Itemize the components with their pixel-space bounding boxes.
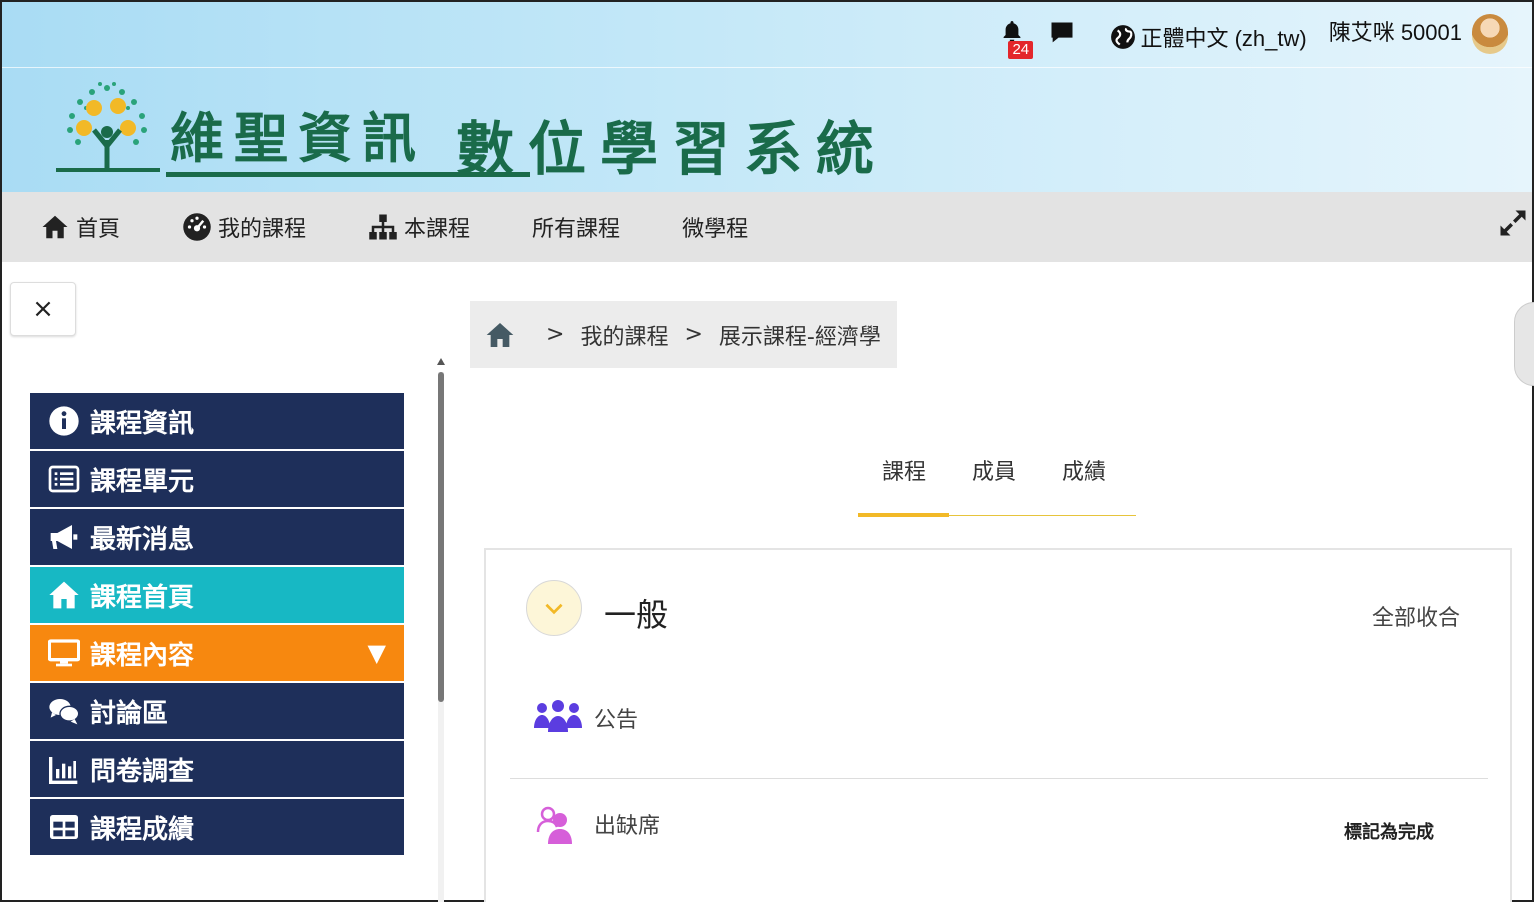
tab-course[interactable]: 課程 xyxy=(858,442,950,517)
breadcrumb-separator: > xyxy=(684,322,703,347)
breadcrumb-current-course[interactable]: 展示課程-經濟學 xyxy=(719,319,881,351)
chat-bubble-icon xyxy=(1051,22,1073,43)
tab-grades[interactable]: 成績 xyxy=(1039,442,1129,516)
activity-attendance[interactable]: 出缺席 xyxy=(532,804,660,844)
nav-all-courses[interactable]: 所有課程 xyxy=(532,192,620,262)
nav-home[interactable]: 首頁 xyxy=(40,192,120,262)
sidebar-item-label: 課程資訊 xyxy=(90,408,195,439)
notification-count-badge: 24 xyxy=(1008,41,1034,59)
brand-block: 維聖資訊 xyxy=(162,80,530,177)
sidebar-scrollbar[interactable] xyxy=(434,358,448,902)
messages-button[interactable] xyxy=(1048,19,1078,49)
sidebar-item-survey[interactable]: 問卷調查 xyxy=(30,741,404,799)
course-section-card: 一般 全部收合 公告 出缺席 標記為完成 xyxy=(484,548,1512,902)
bell-icon xyxy=(1004,21,1021,42)
site-logo[interactable]: 維聖資訊 數位學習系統 xyxy=(52,80,888,186)
bar-chart-icon xyxy=(49,757,78,784)
nav-micro-program[interactable]: 微學程 xyxy=(682,192,748,262)
activity-label: 出缺席 xyxy=(594,814,661,839)
sidebar-item-course-content[interactable]: 課程內容 ▼ xyxy=(30,625,404,683)
language-label: 正體中文 (zh_tw) xyxy=(1140,26,1307,51)
fullscreen-expand-icon[interactable] xyxy=(1498,208,1528,238)
scrollbar-thumb[interactable] xyxy=(438,372,444,702)
sidebar-item-news[interactable]: 最新消息 xyxy=(30,509,404,567)
course-tabs: 課程 成員 成績 xyxy=(858,442,1136,517)
breadcrumb: > 我的課程 > 展示課程-經濟學 xyxy=(470,301,897,368)
nav-my-courses-label: 我的課程 xyxy=(218,217,307,242)
info-icon xyxy=(49,406,79,436)
home-icon[interactable] xyxy=(484,319,516,351)
sidebar-item-course-info[interactable]: 課程資訊 xyxy=(30,393,404,451)
main-nav: 首頁 我的課程 本課程 所有課程 微學程 xyxy=(2,192,1532,262)
section-title: 一般 xyxy=(604,596,669,634)
tree-logo-icon xyxy=(56,82,160,172)
sidebar-item-label: 課程成績 xyxy=(90,814,195,845)
scroll-up-arrow-icon[interactable] xyxy=(437,358,445,365)
notification-bell[interactable]: 24 xyxy=(1000,19,1034,59)
site-header: 24 正體中文 (zh_tw) 陳艾咪 50001 維聖資訊 數位學習系統 xyxy=(2,2,1532,192)
attendance-icon xyxy=(536,806,572,844)
home-icon xyxy=(42,215,68,239)
language-selector[interactable]: 正體中文 (zh_tw) xyxy=(1110,21,1307,53)
activity-announcements[interactable]: 公告 xyxy=(532,698,638,738)
globe-icon xyxy=(1111,25,1136,49)
monitor-icon xyxy=(48,639,80,667)
group-icon xyxy=(534,700,582,732)
table-icon xyxy=(50,815,78,839)
avatar[interactable] xyxy=(1472,14,1508,54)
nav-this-course-label: 本課程 xyxy=(404,217,471,242)
sidebar-item-label: 課程首頁 xyxy=(90,582,195,613)
nav-all-courses-label: 所有課程 xyxy=(532,217,621,242)
top-icons: 24 正體中文 (zh_tw) 陳艾咪 50001 xyxy=(1000,12,1508,59)
section-toggle-button[interactable] xyxy=(526,580,582,636)
chevron-down-icon xyxy=(545,603,563,615)
dashboard-icon xyxy=(183,213,211,241)
nav-my-courses[interactable]: 我的課程 xyxy=(182,192,306,262)
tab-members[interactable]: 成員 xyxy=(949,442,1039,516)
user-name[interactable]: 陳艾咪 50001 xyxy=(1329,15,1462,47)
comments-icon xyxy=(49,699,80,725)
brand-name: 維聖資訊 xyxy=(170,106,426,170)
sidebar-item-label: 問卷調查 xyxy=(90,756,195,787)
sidebar-item-course-units[interactable]: 課程單元 xyxy=(30,451,404,509)
activity-label: 公告 xyxy=(594,708,639,733)
course-sidebar: 課程資訊 課程單元 最新消息 課程首頁 課程內容 ▼ 討論區 問卷調查 課程成績 xyxy=(30,393,404,857)
expand-caret-icon: ▼ xyxy=(367,639,386,667)
collapse-all-link[interactable]: 全部收合 xyxy=(1372,600,1460,632)
mark-as-done-button[interactable]: 標記為完成 xyxy=(1344,818,1434,844)
sidebar-item-label: 課程內容 xyxy=(90,640,195,671)
sidebar-item-course-home[interactable]: 課程首頁 xyxy=(30,567,404,625)
home-icon xyxy=(49,581,79,609)
nav-home-label: 首頁 xyxy=(76,217,121,242)
sidebar-item-label: 最新消息 xyxy=(90,524,195,555)
sidebar-item-label: 課程單元 xyxy=(90,466,195,497)
sidebar-item-forum[interactable]: 討論區 xyxy=(30,683,404,741)
nav-this-course[interactable]: 本課程 xyxy=(368,192,470,262)
activity-divider xyxy=(510,778,1488,779)
sidebar-item-grades[interactable]: 課程成績 xyxy=(30,799,404,857)
right-drawer-toggle[interactable] xyxy=(1514,302,1534,386)
top-bar: 24 正體中文 (zh_tw) 陳艾咪 50001 xyxy=(2,2,1532,68)
sitemap-icon xyxy=(369,214,397,240)
nav-micro-program-label: 微學程 xyxy=(682,217,749,242)
brand-underline xyxy=(166,172,530,177)
breadcrumb-my-courses[interactable]: 我的課程 xyxy=(580,319,668,351)
close-sidebar-button[interactable]: × xyxy=(10,282,76,336)
megaphone-icon xyxy=(50,525,78,549)
breadcrumb-separator: > xyxy=(546,322,565,347)
list-icon xyxy=(48,465,80,493)
sidebar-item-label: 討論區 xyxy=(90,698,169,729)
